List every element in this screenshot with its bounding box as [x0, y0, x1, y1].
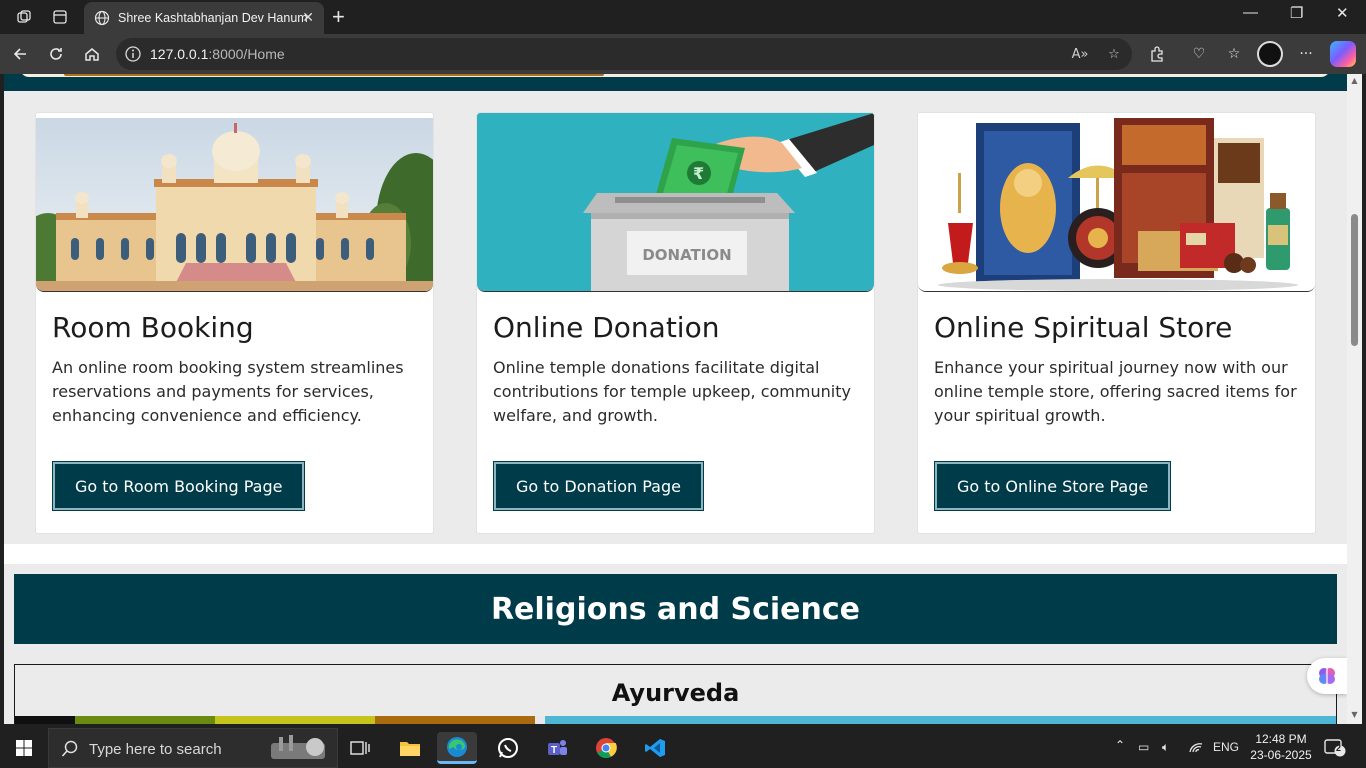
hero-section-bottom — [4, 74, 1347, 91]
spiritual-store-description: Enhance your spiritual journey now with … — [934, 358, 1297, 425]
online-store-button[interactable]: Go to Online Store Page — [933, 461, 1172, 511]
donation-page-button[interactable]: Go to Donation Page — [493, 461, 704, 511]
ayurveda-image — [15, 716, 1336, 724]
page-scrollbar[interactable]: ▲ ▼ — [1347, 74, 1362, 724]
teams-icon[interactable]: T — [537, 732, 577, 764]
svg-text:T: T — [551, 745, 557, 756]
windows-taskbar: Type here to search T ⌃ ▭ 🔈︎ ENG 12:48 P… — [0, 728, 1366, 768]
restore-icon[interactable]: ❐ — [1290, 4, 1303, 22]
url-text[interactable]: 127.0.0.1:8000/Home — [150, 46, 285, 62]
vscode-icon[interactable] — [635, 732, 675, 764]
hero-image — [20, 74, 1330, 77]
room-booking-title: Room Booking — [52, 311, 254, 344]
svg-text:₹: ₹ — [693, 164, 704, 183]
site-info-icon[interactable] — [124, 45, 142, 63]
ayurveda-card[interactable]: Ayurveda — [14, 664, 1337, 724]
notifications-icon[interactable]: 2 — [1324, 738, 1346, 758]
services-section: Room Booking An online room booking syst… — [4, 91, 1347, 546]
donation-box-image: ₹ DONATION — [477, 113, 874, 292]
file-explorer-icon[interactable] — [390, 732, 430, 764]
scroll-up-icon[interactable]: ▲ — [1350, 76, 1359, 85]
home-icon[interactable] — [80, 42, 104, 66]
close-tab-icon[interactable]: ✕ — [302, 10, 314, 26]
online-donation-title: Online Donation — [493, 311, 720, 344]
clock-date: 23-06-2025 — [1250, 748, 1312, 762]
favorite-star-icon[interactable]: ☆ — [1104, 44, 1124, 64]
minimize-icon[interactable]: — — [1243, 4, 1258, 21]
floating-assistant-button[interactable] — [1307, 658, 1347, 694]
battery-icon[interactable]: ▭ — [1138, 740, 1149, 754]
new-tab-icon[interactable]: + — [332, 4, 345, 30]
globe-icon — [94, 10, 110, 26]
more-options-icon[interactable]: ··· — [1295, 43, 1317, 65]
ayurveda-heading: Ayurveda — [611, 679, 740, 707]
browser-essentials-icon[interactable]: ♡ — [1188, 43, 1210, 65]
religions-science-header: Religions and Science — [14, 574, 1337, 644]
active-tab[interactable]: Shree Kashtabhanjan Dev Hanuman Ji Templ… — [84, 2, 324, 34]
edge-browser-icon[interactable] — [437, 732, 477, 764]
search-highlight-icon — [271, 735, 325, 759]
address-bar[interactable]: 127.0.0.1:8000/Home A» ☆ — [116, 38, 1132, 70]
scroll-down-icon[interactable]: ▼ — [1350, 710, 1359, 719]
url-path: :8000/Home — [208, 46, 285, 62]
room-booking-card: Room Booking An online room booking syst… — [35, 112, 434, 534]
notification-count: 2 — [1336, 743, 1342, 753]
refresh-icon[interactable] — [44, 42, 68, 66]
tab-actions-icon[interactable] — [49, 6, 71, 28]
search-placeholder: Type here to search — [89, 741, 222, 758]
page-viewport: Room Booking An online room booking syst… — [4, 74, 1347, 724]
tab-title: Shree Kashtabhanjan Dev Hanuman Ji Templ… — [118, 11, 308, 25]
search-icon — [61, 740, 78, 757]
workspaces-icon[interactable] — [13, 6, 35, 28]
spiritual-products-image — [918, 113, 1315, 292]
favorites-icon[interactable]: ☆ — [1223, 43, 1245, 65]
brain-icon — [1319, 668, 1335, 684]
back-icon[interactable] — [8, 42, 32, 66]
section-divider — [4, 544, 1347, 564]
show-hidden-icons[interactable]: ⌃ — [1115, 738, 1125, 752]
donation-box-label: DONATION — [642, 246, 731, 264]
profile-avatar[interactable] — [1257, 41, 1283, 67]
url-host: 127.0.0.1 — [150, 46, 209, 62]
window-frame-right — [1362, 74, 1366, 724]
browser-toolbar: 127.0.0.1:8000/Home A» ☆ ♡ ☆ ··· — [0, 34, 1366, 74]
scrollbar-thumb[interactable] — [1351, 214, 1358, 346]
spiritual-store-card: Online Spiritual Store Enhance your spir… — [917, 112, 1316, 534]
temple-building-image — [36, 113, 433, 292]
read-aloud-icon[interactable]: A» — [1070, 44, 1090, 64]
system-clock[interactable]: 12:48 PM 23-06-2025 — [1246, 731, 1316, 763]
taskbar-search[interactable]: Type here to search — [48, 728, 338, 768]
network-icon[interactable] — [1188, 740, 1204, 757]
spiritual-store-title: Online Spiritual Store — [934, 311, 1233, 344]
volume-icon[interactable]: 🔈︎ — [1162, 740, 1169, 755]
whatsapp-icon[interactable] — [488, 732, 528, 764]
chrome-icon[interactable] — [586, 732, 626, 764]
start-icon[interactable] — [4, 732, 44, 764]
online-donation-description: Online temple donations facilitate digit… — [493, 358, 851, 425]
room-booking-description: An online room booking system streamline… — [52, 358, 404, 425]
window-close-icon[interactable]: ✕ — [1336, 4, 1349, 22]
extensions-icon[interactable] — [1146, 43, 1168, 65]
clock-time: 12:48 PM — [1255, 732, 1307, 746]
browser-tab-bar: Shree Kashtabhanjan Dev Hanuman Ji Templ… — [0, 0, 1366, 34]
online-donation-card: ₹ DONATION Online Donation Online temple… — [476, 112, 875, 534]
task-view-icon[interactable] — [340, 732, 380, 764]
copilot-icon[interactable] — [1330, 41, 1356, 67]
language-indicator[interactable]: ENG — [1213, 740, 1239, 754]
room-booking-button[interactable]: Go to Room Booking Page — [51, 461, 306, 511]
religions-science-heading: Religions and Science — [490, 591, 861, 627]
